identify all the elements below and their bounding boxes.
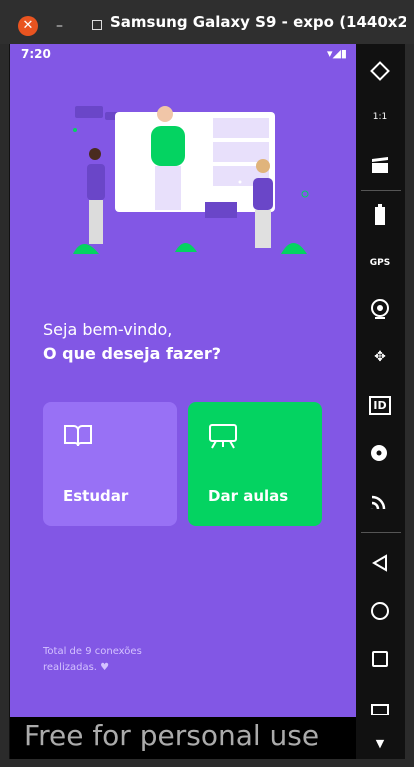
- chevron-down-icon[interactable]: ▼: [365, 728, 395, 758]
- status-bar: 7:20 ▾◢▮: [10, 44, 356, 64]
- cast-icon[interactable]: [365, 486, 395, 516]
- id-icon[interactable]: ID: [365, 390, 395, 420]
- teach-button[interactable]: Dar aulas: [188, 402, 322, 526]
- book-icon: [64, 425, 92, 447]
- status-icons: ▾◢▮: [326, 47, 347, 60]
- study-label: Estudar: [63, 487, 129, 505]
- home-icon[interactable]: [365, 596, 395, 626]
- sidebar-divider: [361, 190, 401, 191]
- watermark-text: Free for personal use: [24, 719, 320, 752]
- sidebar-divider: [361, 532, 401, 533]
- landing-illustration: [73, 106, 309, 254]
- battery-icon[interactable]: [365, 200, 395, 230]
- presentation-icon: [209, 424, 237, 449]
- gps-label: GPS: [369, 258, 391, 268]
- move-icon[interactable]: ✥: [365, 342, 395, 372]
- rotate-icon[interactable]: [365, 56, 395, 86]
- menu-icon[interactable]: [365, 690, 395, 720]
- one-to-one-icon[interactable]: 1:1: [365, 102, 395, 132]
- one-to-one-label: 1:1: [372, 112, 388, 122]
- total-connections-line2: realizadas. ♥: [43, 660, 183, 676]
- overview-icon[interactable]: [365, 644, 395, 674]
- total-connections-line1: Total de 9 conexões: [43, 646, 142, 657]
- back-icon[interactable]: [365, 548, 395, 578]
- teach-label: Dar aulas: [208, 487, 289, 505]
- heart-icon: ♥: [100, 662, 110, 673]
- phone-screen: 7:20 ▾◢▮ Seja bem-vindo, O que deseja fa…: [10, 44, 356, 759]
- greeting-text: Seja bem-vindo,: [43, 320, 173, 339]
- disc-icon[interactable]: [365, 438, 395, 468]
- study-button[interactable]: Estudar: [43, 402, 177, 526]
- window-title: Samsung Galaxy S9 - expo (1440x2960, ...: [110, 13, 406, 31]
- clapper-icon[interactable]: [365, 150, 395, 180]
- total-connections: Total de 9 conexões realizadas. ♥: [43, 644, 183, 676]
- window-titlebar: ✕ – Samsung Galaxy S9 - expo (1440x2960,…: [0, 0, 414, 44]
- window-icon: [92, 20, 102, 30]
- camera-icon[interactable]: [365, 294, 395, 324]
- gps-icon[interactable]: GPS: [365, 248, 395, 278]
- emulator-sidebar: 1:1 GPS ✥ ID ▼: [356, 44, 405, 759]
- status-time: 7:20: [21, 47, 51, 61]
- id-label: ID: [369, 395, 391, 415]
- window-minimize-button[interactable]: –: [56, 16, 70, 36]
- total-connections-line2-text: realizadas.: [43, 662, 97, 673]
- question-text: O que deseja fazer?: [43, 344, 222, 363]
- window-close-button[interactable]: ✕: [18, 16, 38, 36]
